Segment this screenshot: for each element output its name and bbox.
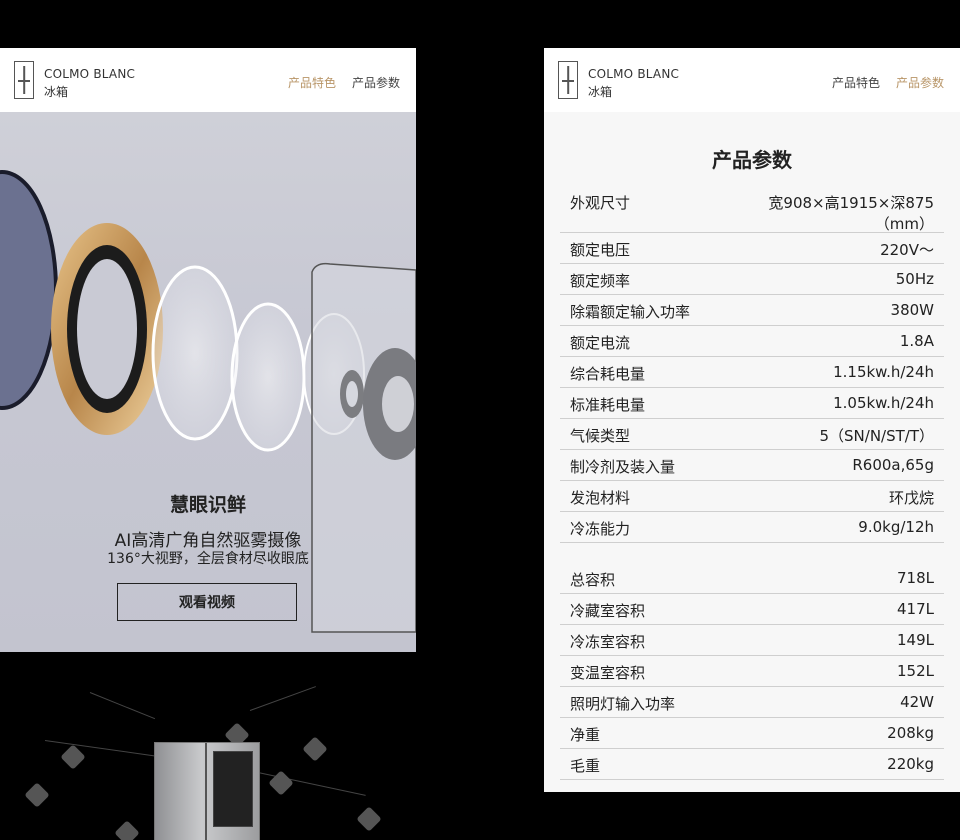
- spec-row: 照明灯输入功率 42W: [560, 687, 944, 718]
- header: COLMO BLANC 冰箱 产品特色 产品参数: [544, 48, 960, 112]
- nav: 产品特色 产品参数: [288, 74, 400, 91]
- spec-row: 额定电压 220V～: [560, 233, 944, 264]
- spec-key: 气候类型: [570, 427, 631, 445]
- spec-value: 417L: [897, 600, 934, 618]
- fridge-image: [154, 742, 260, 840]
- hero-title: 慧眼识鲜: [169, 494, 246, 516]
- feature-icon: [60, 744, 86, 770]
- spec-value: 149L: [897, 631, 934, 649]
- brand: COLMO BLANC 冰箱: [588, 67, 679, 100]
- brand-name: COLMO BLANC: [588, 67, 680, 81]
- fridge-logo-icon: [14, 61, 34, 99]
- spec-key: 发泡材料: [570, 489, 631, 507]
- nav-features[interactable]: 产品特色: [288, 74, 336, 91]
- camera-lens-illustration: [0, 170, 416, 633]
- spec-row: 变温室容积 152L: [560, 656, 944, 687]
- spec-key: 额定频率: [570, 272, 631, 290]
- feature-icon: [356, 806, 382, 832]
- spec-key: 冷冻室容积: [570, 633, 646, 651]
- spec-row: 综合耗电量 1.15kw.h/24h: [560, 357, 944, 388]
- brand-subtitle: 冰箱: [588, 85, 613, 99]
- spec-key: 冷冻能力: [570, 520, 631, 538]
- spec-table: 外观尺寸 宽908×高1915×深875（mm） 额定电压 220V～ 额定频率 5…: [560, 186, 944, 780]
- spec-key: 综合耗电量: [570, 365, 646, 383]
- spec-key: 制冷剂及装入量: [570, 458, 676, 476]
- spec-value: 1.05kw.h/24h: [833, 394, 934, 412]
- feature-icon: [24, 782, 50, 808]
- spec-key: 额定电流: [570, 334, 631, 352]
- spec-key: 额定电压: [570, 241, 631, 259]
- spec-value: 718L: [897, 569, 934, 587]
- brand-subtitle: 冰箱: [44, 85, 69, 99]
- header: COLMO BLANC 冰箱 产品特色 产品参数: [0, 48, 416, 112]
- spec-value: 208kg: [887, 724, 934, 742]
- hero-section: 慧眼识鲜 AI高清广角自然驱雾摄像 136°大视野，全层食材尽收眼底 观看视频: [0, 112, 416, 652]
- spec-row: 冷藏室容积 417L: [560, 594, 944, 625]
- spec-value: 50Hz: [895, 270, 934, 288]
- spec-value: R600a,65g: [852, 456, 934, 474]
- spec-row: 毛重 220kg: [560, 749, 944, 780]
- spec-row: 标准耗电量 1.05kw.h/24h: [560, 388, 944, 419]
- fridge-feature-diagram: [0, 652, 416, 840]
- specs-title: 产品参数: [712, 148, 792, 172]
- feature-icon: [114, 820, 140, 840]
- spec-value: 220V～: [880, 241, 934, 259]
- spec-row: 气候类型 5（SN/N/ST/T）: [560, 419, 944, 450]
- spec-key: 外观尺寸: [570, 194, 631, 212]
- nav: 产品特色 产品参数: [832, 74, 944, 91]
- spec-key: 冷藏室容积: [570, 602, 646, 620]
- spec-value: 9.0kg/12h: [858, 518, 934, 536]
- hero-description: 136°大视野，全层食材尽收眼底: [107, 551, 309, 567]
- spec-row: 总容积 718L: [560, 563, 944, 594]
- features-panel: COLMO BLANC 冰箱 产品特色 产品参数 慧眼识鲜 AI高清广角自然驱雾…: [0, 48, 416, 840]
- brand: COLMO BLANC 冰箱: [44, 67, 135, 100]
- spec-key: 净重: [570, 726, 601, 744]
- spec-key: 标准耗电量: [570, 396, 646, 414]
- spec-value: 1.15kw.h/24h: [833, 363, 934, 381]
- fridge-logo-icon: [558, 61, 578, 99]
- spec-row: 额定电流 1.8A: [560, 326, 944, 357]
- spec-key: 总容积: [570, 571, 616, 589]
- watch-video-button[interactable]: 观看视频: [117, 583, 297, 621]
- spec-key: 照明灯输入功率: [570, 695, 676, 713]
- spec-key: 毛重: [570, 757, 601, 775]
- nav-features[interactable]: 产品特色: [832, 74, 880, 91]
- spec-row: 冷冻能力 9.0kg/12h: [560, 512, 944, 543]
- spec-row: 制冷剂及装入量 R600a,65g: [560, 450, 944, 481]
- nav-params[interactable]: 产品参数: [352, 74, 400, 91]
- spec-value: 42W: [900, 693, 934, 711]
- spec-value: 380W: [890, 301, 934, 319]
- spec-row: 额定频率 50Hz: [560, 264, 944, 295]
- spec-value: 环戊烷: [888, 489, 934, 507]
- diagram-line: [249, 686, 316, 711]
- spec-key: 变温室容积: [570, 664, 646, 682]
- spec-value: 152L: [897, 662, 934, 680]
- spec-row: 发泡材料 环戊烷: [560, 481, 944, 512]
- spec-value: 1.8A: [899, 332, 934, 350]
- spec-row: 外观尺寸 宽908×高1915×深875（mm）: [560, 186, 944, 233]
- brand-name: COLMO BLANC: [44, 67, 136, 81]
- spec-row: 冷冻室容积 149L: [560, 625, 944, 656]
- spec-value: 宽908×高1915×深875（mm）: [768, 194, 934, 233]
- spec-value: 220kg: [887, 755, 934, 773]
- spec-row: 除霜额定输入功率 380W: [560, 295, 944, 326]
- nav-params[interactable]: 产品参数: [896, 74, 944, 91]
- spec-key: 除霜额定输入功率: [570, 303, 691, 321]
- fridge-screen: [213, 751, 253, 827]
- spec-value: 5（SN/N/ST/T）: [819, 427, 934, 445]
- spec-row: 净重 208kg: [560, 718, 944, 749]
- diagram-line: [89, 692, 156, 720]
- feature-icon: [302, 736, 328, 762]
- params-panel: COLMO BLANC 冰箱 产品特色 产品参数 产品参数 外观尺寸 宽908×…: [544, 48, 960, 792]
